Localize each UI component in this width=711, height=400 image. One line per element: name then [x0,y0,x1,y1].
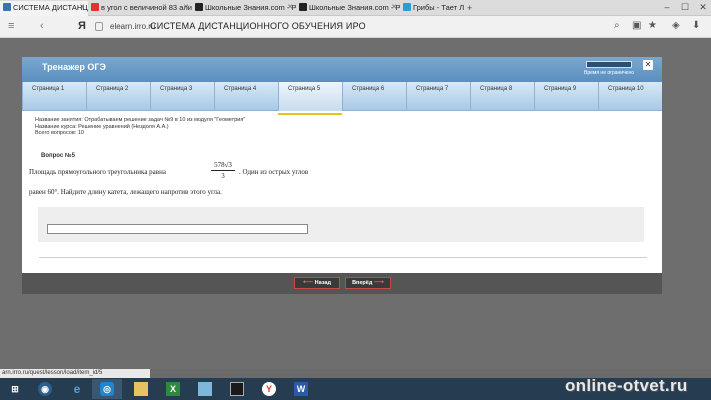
taskbar-explorer[interactable] [126,379,156,399]
tab-page-9[interactable]: Страница 9 [534,82,598,111]
url-text[interactable]: elearn.irro.ru [110,22,155,31]
tab-page-8[interactable]: Страница 8 [470,82,534,111]
internet-explorer-icon: e [73,382,81,396]
trainer-footer: ⟵ Назад Вперёд ⟶ [22,273,662,294]
trainer-title: Тренажер ОГЭ [42,62,106,72]
tab-page-6[interactable]: Страница 6 [342,82,406,111]
close-button[interactable]: ✕ [643,60,653,70]
close-icon[interactable]: ✕ [79,1,85,15]
menu-icon[interactable]: ≡ [8,20,14,32]
page-icon [3,3,11,11]
taskbar-app[interactable] [222,379,252,399]
arrow-right-icon: ⟶ [373,279,384,286]
divider [39,257,647,258]
progress-fill [587,62,631,67]
tab-page-4[interactable]: Страница 4 [214,82,278,111]
question-part1: Площадь прямоугольного треугольника равн… [29,168,166,176]
close-icon[interactable]: ✕ [183,1,189,15]
taskbar-ie[interactable]: e [62,379,92,399]
app-icon [230,382,244,396]
browser-tab-2[interactable]: в угол с величиной 83 али ✕ [88,1,192,16]
taskbar-monitor[interactable] [190,379,220,399]
browser-tab-5[interactable]: Грибы - Тает Лёд [400,1,464,16]
watermark: online-otvet.ru [565,376,688,395]
time-label: Время не ограничено [584,70,635,76]
answer-input[interactable] [47,224,308,234]
lesson-info: Название занятия: Отрабатываем решение з… [35,117,245,137]
browser-tab-4[interactable]: Школьные Знания.com - Р ✕ [296,1,400,16]
extensions-icon[interactable]: ◈ [672,20,680,31]
monitor-icon [198,382,212,396]
lesson-name: Название занятия: Отрабатываем решение з… [35,117,246,123]
download-icon[interactable]: ⬇ [692,20,700,31]
next-label: Вперёд [352,280,373,286]
page-title: СИСТЕМА ДИСТАНЦИОННОГО ОБУЧЕНИЯ ИРО [150,21,366,31]
yandex-logo[interactable]: Я [78,20,86,32]
next-button[interactable]: Вперёд ⟶ [345,277,391,289]
fraction-numerator: 578√3 [211,161,235,171]
app-icon: ◎ [100,382,114,396]
search-icon[interactable]: ⌕ [614,20,620,31]
music-icon [403,3,411,11]
media-player-icon: ◉ [38,382,52,396]
taskbar-word[interactable]: W [286,379,316,399]
tab-label: СИСТЕМА ДИСТАНЦИОН [13,3,88,12]
status-bar: arn.irro.ru/quest/lesson/load/item_id/5 [0,369,150,378]
back-arrow-icon[interactable]: ‹ [40,20,44,32]
question-line2: равен 60°. Найдите длину катета, лежащег… [29,188,222,196]
arrow-left-icon: ⟵ [303,279,314,286]
answer-area [38,207,644,242]
tab-label: в угол с величиной 83 али [101,3,192,12]
extension-icon[interactable]: ▣ [632,20,641,31]
yandex-browser-icon: Y [262,382,276,396]
taskbar-excel[interactable]: X [158,379,188,399]
progress-bar [586,61,632,68]
page-tabs: Страница 1 Страница 2 Страница 3 Страниц… [22,82,662,115]
znanija-icon [299,3,307,11]
maximize-icon[interactable]: ☐ [676,0,694,14]
tab-page-2[interactable]: Страница 2 [86,82,150,111]
znanija-icon [195,3,203,11]
taskbar-media[interactable]: ◉ [30,379,60,399]
new-tab-button[interactable]: + [467,1,472,15]
browser-tab-3[interactable]: Школьные Знания.com - Р ✕ [192,1,296,16]
browser-tab-1[interactable]: СИСТЕМА ДИСТАНЦИОН ✕ [0,1,88,16]
tab-page-7[interactable]: Страница 7 [406,82,470,111]
yandex-icon [91,3,99,11]
question-number: Вопрос №5 [41,153,75,159]
tab-label: Школьные Знания.com - Р [205,3,296,12]
area-fraction: 578√3 3 [211,161,235,183]
bookmark-star-icon[interactable]: ★ [648,20,657,31]
question-part2: . Один из острых углов [239,168,309,176]
question-count: Всего вопросов: 10 [35,130,84,136]
fraction-denominator: 3 [221,172,225,180]
trainer-window: Тренажер ОГЭ Время не ограничено ✕ Стран… [22,57,662,294]
word-icon: W [294,382,308,396]
folder-icon [134,382,148,396]
taskbar-yandex[interactable]: Y [254,379,284,399]
tab-label: Грибы - Тает Лёд [413,3,464,12]
tab-page-5[interactable]: Страница 5 [278,82,342,115]
back-button[interactable]: ⟵ Назад [294,277,340,289]
tab-page-3[interactable]: Страница 3 [150,82,214,111]
close-icon[interactable]: ✕ [391,1,397,15]
back-label: Назад [314,280,331,286]
minimize-icon[interactable]: – [658,0,676,14]
excel-icon: X [166,382,180,396]
browser-tab-strip: СИСТЕМА ДИСТАНЦИОН ✕ в угол с величиной … [0,0,711,16]
address-bar: ≡ ‹ Я elearn.irro.ru СИСТЕМА ДИСТАНЦИОНН… [0,16,711,38]
windows-icon: ⊞ [11,383,19,394]
tab-page-10[interactable]: Страница 10 [598,82,662,111]
tab-page-1[interactable]: Страница 1 [22,82,86,111]
trainer-header: Тренажер ОГЭ Время не ограничено ✕ [22,57,662,82]
close-icon[interactable]: ✕ [287,1,293,15]
lock-icon [95,22,103,31]
tab-label: Школьные Знания.com - Р [309,3,400,12]
start-button[interactable]: ⊞ [0,379,30,399]
taskbar-active-app[interactable]: ◎ [92,379,122,399]
close-window-icon[interactable]: ✕ [694,0,711,14]
